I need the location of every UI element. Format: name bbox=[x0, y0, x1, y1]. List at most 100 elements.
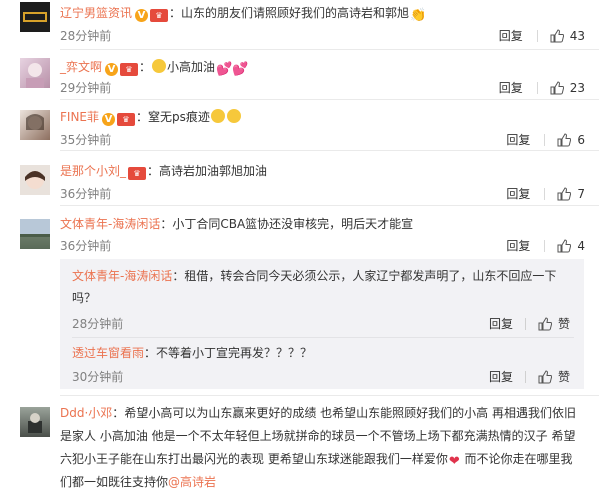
sub-reply-text-cont: 吗？ bbox=[72, 291, 97, 305]
comment-separator: ： bbox=[136, 110, 149, 124]
like-count: 23 bbox=[569, 80, 585, 95]
comment-username[interactable]: 是那个小刘_ bbox=[60, 164, 126, 178]
comment-text: 小高加油 bbox=[167, 60, 216, 74]
comment-text: 小丁合同CBA篮协还没审核完，明后天才能宣 bbox=[172, 217, 414, 231]
comment-body: 文体青年-海涛闲话：小丁合同CBA篮协还没审核完，明后天才能宣 bbox=[60, 214, 584, 234]
action-divider bbox=[544, 133, 546, 146]
sub-reply-username[interactable]: 文体青年-海涛闲话 bbox=[72, 269, 172, 283]
comment-actions: 回复 4 bbox=[506, 237, 585, 254]
reply-button[interactable]: 回复 bbox=[489, 368, 513, 385]
comment-item: FINE菲 V ♛ ：窒无ps痕迹 35分钟前 回复 6 bbox=[0, 100, 599, 150]
member-badge-icon: ♛ bbox=[120, 63, 139, 76]
sub-reply-actions: 回复 赞 bbox=[489, 315, 570, 332]
comment-separator: ： bbox=[169, 6, 182, 20]
comment-item: _弈文啊 V ♛： 小高加油💕💕 29分钟前 回复 23 bbox=[0, 50, 599, 100]
team-logo-icon bbox=[20, 2, 50, 32]
comment-text: 而不论你走在哪里我 bbox=[460, 452, 573, 466]
comment-username[interactable]: 辽宁男篮资讯 bbox=[60, 6, 132, 20]
comment-item: 是那个小刘_ ♛ ：高诗岩加油郭旭加油 36分钟前 回复 7 bbox=[0, 151, 599, 206]
sub-reply-time: 28分钟前 bbox=[72, 317, 124, 331]
reply-button[interactable]: 回复 bbox=[499, 27, 523, 44]
sub-reply-text: 不等着小丁宣完再发？？？？ bbox=[156, 346, 313, 360]
comment-line: 是家人 小高加油 他是一个不太年轻但上场就拼命的球员一个不管场上场下都充满热情的… bbox=[60, 429, 576, 443]
member-badge-icon: ♛ bbox=[128, 167, 147, 180]
comment-actions: 回复 7 bbox=[506, 185, 585, 202]
action-divider bbox=[544, 239, 546, 252]
comment-separator: ： bbox=[139, 60, 152, 74]
comment-text: 窒无ps痕迹 bbox=[148, 110, 210, 124]
comment-body: 是那个小刘_ ♛ ：高诗岩加油郭旭加油 bbox=[60, 161, 584, 181]
sub-reply-separator: ： bbox=[172, 269, 185, 283]
comment-username[interactable]: 文体青年-海涛闲话 bbox=[60, 217, 160, 231]
comment-time: 35分钟前 bbox=[60, 133, 112, 147]
landscape-avatar-icon bbox=[20, 234, 50, 237]
like-icon[interactable] bbox=[557, 132, 572, 147]
sad-emoji-icon bbox=[152, 59, 167, 73]
v-badge-icon: V bbox=[105, 63, 119, 76]
like-icon[interactable] bbox=[550, 28, 564, 43]
like-icon[interactable] bbox=[557, 186, 572, 201]
like-count: 7 bbox=[577, 186, 585, 201]
avatar[interactable] bbox=[20, 407, 50, 437]
v-badge-icon: V bbox=[102, 113, 116, 126]
avatar[interactable] bbox=[20, 110, 50, 140]
member-badge-icon: ♛ bbox=[150, 9, 169, 22]
sub-reply-username[interactable]: 透过车窗看雨 bbox=[72, 346, 144, 360]
heart-emoji-icon: 💕💕 bbox=[216, 62, 249, 77]
comment-separator: ： bbox=[160, 217, 173, 231]
avatar[interactable] bbox=[20, 2, 50, 32]
sub-reply-text: 租借，转会合同今天必须公示，人家辽宁都发声明了，山东不回应一下 bbox=[184, 269, 557, 283]
comment-separator: ： bbox=[147, 164, 160, 178]
sub-reply-body: 文体青年-海涛闲话：租借，转会合同今天必须公示，人家辽宁都发声明了，山东不回应一… bbox=[72, 265, 574, 287]
like-count: 4 bbox=[577, 238, 585, 253]
comment-text: 希望小高可以为山东赢来更好的成绩 也希望山东能照顾好我们的小高 再相遇我们依旧 bbox=[124, 406, 576, 420]
avatar[interactable] bbox=[20, 165, 50, 195]
action-divider bbox=[536, 29, 538, 42]
grin-emoji-icon bbox=[226, 109, 241, 123]
sub-reply-separator: ： bbox=[144, 346, 157, 360]
comment-item: Ddd·小邓：希望小高可以为山东赢来更好的成绩 也希望山东能照顾好我们的小高 再… bbox=[0, 396, 599, 488]
user-avatar-icon bbox=[25, 171, 45, 189]
avatar[interactable] bbox=[20, 219, 50, 249]
reply-button[interactable]: 回复 bbox=[489, 315, 513, 332]
comment-text: 山东的朋友们请照顾好我们的高诗岩和郭旭 bbox=[181, 6, 410, 20]
comment-actions: 回复 43 bbox=[499, 27, 585, 44]
v-badge-icon: V bbox=[135, 9, 149, 22]
avatar[interactable] bbox=[20, 58, 50, 88]
reply-button[interactable]: 回复 bbox=[506, 185, 530, 202]
like-icon[interactable] bbox=[557, 238, 572, 253]
comment-actions: 回复 23 bbox=[499, 79, 585, 96]
comment-actions: 回复 6 bbox=[506, 131, 585, 148]
like-icon[interactable] bbox=[538, 316, 552, 331]
grin-emoji-icon bbox=[210, 109, 225, 123]
action-divider bbox=[524, 370, 526, 383]
reply-button[interactable]: 回复 bbox=[506, 237, 530, 254]
like-icon[interactable] bbox=[550, 80, 564, 95]
user-avatar-icon bbox=[28, 413, 42, 433]
comment-time: 36分钟前 bbox=[60, 187, 112, 201]
action-divider bbox=[544, 187, 546, 200]
sub-reply: 文体青年-海涛闲话：租借，转会合同今天必须公示，人家辽宁都发声明了，山东不回应一… bbox=[72, 265, 574, 331]
comment-text: 们都一如既往支持你 bbox=[60, 475, 169, 488]
mention-link[interactable]: @高诗岩_ bbox=[168, 475, 222, 488]
comment-username[interactable]: FINE菲 bbox=[60, 110, 99, 124]
reply-button[interactable]: 回复 bbox=[506, 131, 530, 148]
comment-body: Ddd·小邓：希望小高可以为山东赢来更好的成绩 也希望山东能照顾好我们的小高 再… bbox=[60, 402, 585, 488]
comment-body: FINE菲 V ♛ ：窒无ps痕迹 bbox=[60, 107, 584, 127]
sub-reply-body: 透过车窗看雨：不等着小丁宣完再发？？？？ bbox=[72, 342, 574, 364]
reply-button[interactable]: 回复 bbox=[499, 79, 523, 96]
action-divider bbox=[524, 317, 526, 330]
like-label[interactable]: 赞 bbox=[558, 368, 570, 385]
comment-username[interactable]: Ddd·小邓 bbox=[60, 406, 112, 420]
like-label[interactable]: 赞 bbox=[558, 315, 570, 332]
comment-username[interactable]: _弈文啊 bbox=[60, 60, 102, 74]
comment-line: Ddd·小邓：希望小高可以为山东赢来更好的成绩 也希望山东能照顾好我们的小高 再… bbox=[60, 402, 585, 425]
comment-time: 36分钟前 bbox=[60, 239, 112, 253]
comment-item: 文体青年-海涛闲话：小丁合同CBA篮协还没审核完，明后天才能宣 36分钟前 回复… bbox=[0, 206, 599, 261]
like-count: 43 bbox=[569, 28, 585, 43]
like-icon[interactable] bbox=[538, 369, 552, 384]
comment-body: 辽宁男篮资讯 V ♛ ：山东的朋友们请照顾好我们的高诗岩和郭旭👏 bbox=[60, 3, 584, 23]
action-divider bbox=[536, 81, 538, 94]
sub-reply-time: 30分钟前 bbox=[72, 370, 124, 384]
like-count: 6 bbox=[577, 132, 585, 147]
